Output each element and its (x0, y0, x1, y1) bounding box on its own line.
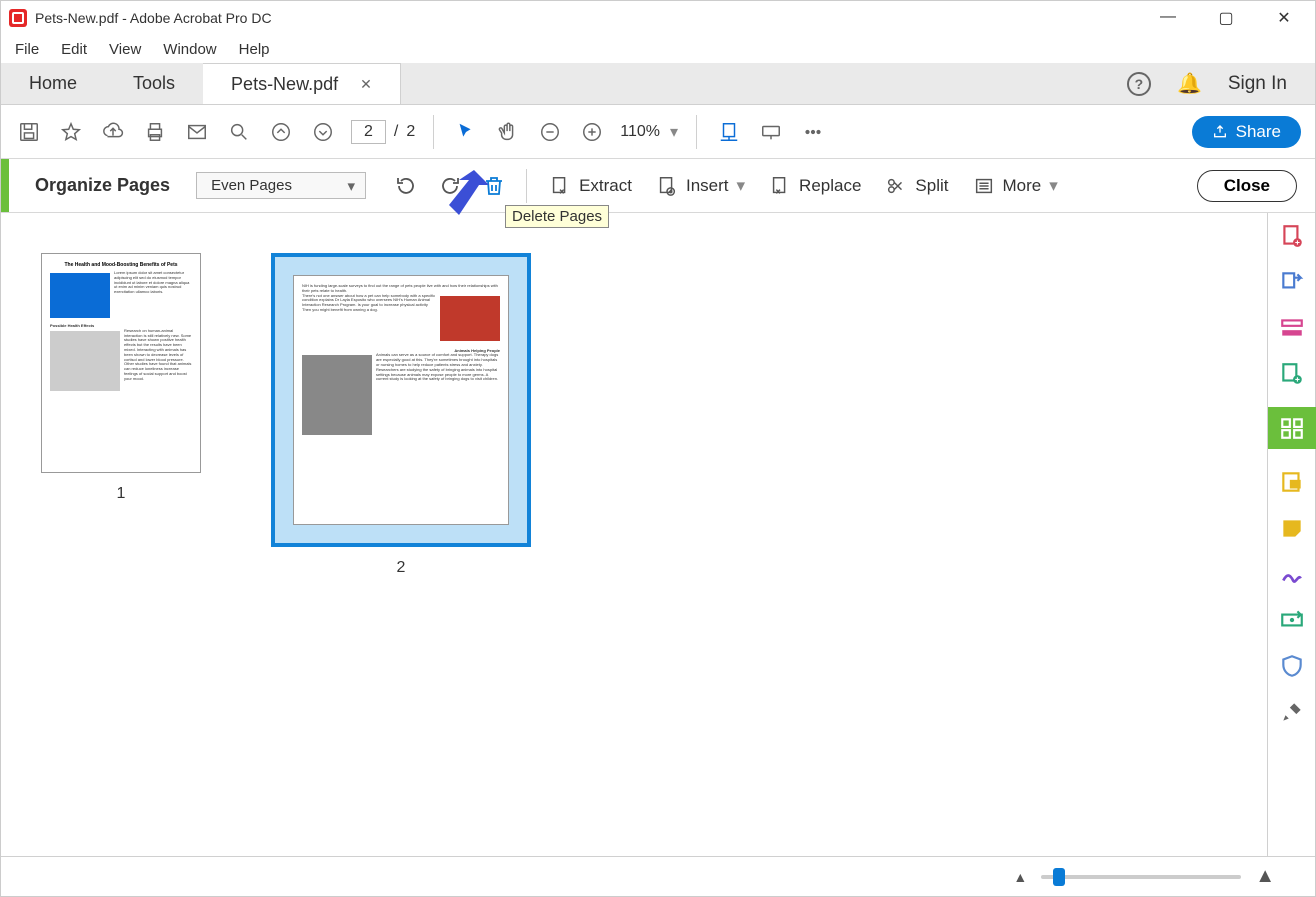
print-icon[interactable] (141, 118, 169, 146)
annotation-arrow (429, 165, 499, 230)
sign-in-link[interactable]: Sign In (1228, 73, 1287, 95)
extract-button[interactable]: Extract (549, 175, 632, 197)
hand-tool-icon[interactable] (494, 118, 522, 146)
replace-button[interactable]: Replace (769, 175, 861, 197)
comment-icon[interactable] (1279, 469, 1305, 495)
thumb-small-icon[interactable]: ▲ (1013, 869, 1027, 885)
edit-pdf-icon[interactable] (1279, 315, 1305, 341)
protect-icon[interactable] (1279, 653, 1305, 679)
more-tools-rail-icon[interactable] (1279, 699, 1305, 725)
share-button[interactable]: Share (1192, 116, 1301, 148)
fill-sign-icon[interactable] (1279, 561, 1305, 587)
search-icon[interactable] (225, 118, 253, 146)
page-thumb-2[interactable]: NIH is funding large-scale surveys to fi… (271, 253, 531, 547)
redact-icon[interactable] (1279, 607, 1305, 633)
fit-width-icon[interactable] (715, 118, 743, 146)
tab-document[interactable]: Pets-New.pdf ✕ (203, 63, 401, 104)
zoom-level[interactable]: 110%▾ (620, 122, 678, 142)
page-indicator: 2 / 2 (351, 120, 415, 144)
more-tools-icon[interactable] (799, 118, 827, 146)
insert-button[interactable]: Insert▾ (656, 175, 745, 197)
window-title: Pets-New.pdf - Adobe Acrobat Pro DC (35, 10, 272, 26)
cloud-upload-icon[interactable] (99, 118, 127, 146)
export-pdf-icon[interactable] (1279, 269, 1305, 295)
thumb1-image-dog (50, 331, 120, 391)
organize-pages-bar: Organize Pages Even Pages Extract Insert… (1, 159, 1315, 213)
organize-close-button[interactable]: Close (1197, 170, 1297, 202)
notifications-icon[interactable]: 🔔 (1177, 71, 1202, 96)
main-toolbar: 2 / 2 110%▾ Share (1, 105, 1315, 159)
minimize-button[interactable]: — (1153, 8, 1183, 28)
page-thumb-2-wrap: NIH is funding large-scale surveys to fi… (271, 253, 531, 577)
menu-file[interactable]: File (15, 41, 39, 58)
tab-home[interactable]: Home (1, 63, 105, 104)
split-button[interactable]: Split (885, 175, 948, 197)
select-tool-icon[interactable] (452, 118, 480, 146)
page-down-icon[interactable] (309, 118, 337, 146)
read-mode-icon[interactable] (757, 118, 785, 146)
page-thumb-1-label: 1 (117, 485, 126, 503)
tab-document-label: Pets-New.pdf (231, 74, 338, 95)
menu-help[interactable]: Help (239, 41, 270, 58)
page-range-dropdown[interactable]: Even Pages (196, 172, 366, 199)
create-pdf-icon[interactable] (1279, 223, 1305, 249)
maximize-button[interactable]: ▢ (1211, 8, 1241, 28)
thumbnail-size-footer: ▲ ▲ (1, 856, 1315, 896)
menu-edit[interactable]: Edit (61, 41, 87, 58)
tab-close-icon[interactable]: ✕ (360, 76, 372, 93)
more-icon (973, 175, 995, 197)
menu-view[interactable]: View (109, 41, 141, 58)
document-tabs: Home Tools Pets-New.pdf ✕ ? 🔔 Sign In (1, 63, 1315, 105)
page-up-icon[interactable] (267, 118, 295, 146)
close-window-button[interactable]: ✕ (1269, 8, 1299, 28)
more-button[interactable]: More▾ (973, 175, 1058, 197)
menu-bar: File Edit View Window Help (1, 35, 1315, 63)
split-icon (885, 175, 907, 197)
extract-icon (549, 175, 571, 197)
tab-tools[interactable]: Tools (105, 63, 203, 104)
organize-accent (1, 159, 9, 212)
replace-icon (769, 175, 791, 197)
delete-pages-tooltip: Delete Pages (505, 205, 609, 228)
help-icon[interactable]: ? (1127, 72, 1151, 96)
thumbnail-area[interactable]: The Health and Mood-Boosting Benefits of… (1, 213, 1267, 856)
organize-title: Organize Pages (9, 175, 196, 196)
rotate-left-icon[interactable] (392, 172, 420, 200)
content-area: The Health and Mood-Boosting Benefits of… (1, 213, 1315, 856)
thumb2-image-bottom (302, 355, 372, 435)
page-thumb-1[interactable]: The Health and Mood-Boosting Benefits of… (41, 253, 201, 473)
zoom-out-icon[interactable] (536, 118, 564, 146)
thumb1-image-cat (50, 273, 110, 318)
title-bar: Pets-New.pdf - Adobe Acrobat Pro DC — ▢ … (1, 1, 1315, 35)
sticky-note-icon[interactable] (1279, 515, 1305, 541)
right-tool-rail (1267, 213, 1315, 856)
menu-window[interactable]: Window (163, 41, 216, 58)
current-page-input[interactable]: 2 (351, 120, 386, 144)
share-icon (1212, 124, 1228, 140)
thumb-large-icon[interactable]: ▲ (1255, 865, 1275, 888)
email-icon[interactable] (183, 118, 211, 146)
star-icon[interactable] (57, 118, 85, 146)
total-pages: 2 (406, 123, 415, 141)
zoom-in-icon[interactable] (578, 118, 606, 146)
thumb-size-slider[interactable] (1041, 875, 1241, 879)
save-icon[interactable] (15, 118, 43, 146)
combine-files-icon[interactable] (1279, 361, 1305, 387)
organize-pages-rail-icon[interactable] (1268, 407, 1316, 449)
thumb-size-handle[interactable] (1053, 868, 1065, 886)
page-thumb-2-label: 2 (397, 559, 406, 577)
thumb2-image-top (440, 296, 500, 341)
acrobat-app-icon (9, 9, 27, 27)
page-thumb-1-wrap: The Health and Mood-Boosting Benefits of… (41, 253, 201, 503)
insert-icon (656, 175, 678, 197)
